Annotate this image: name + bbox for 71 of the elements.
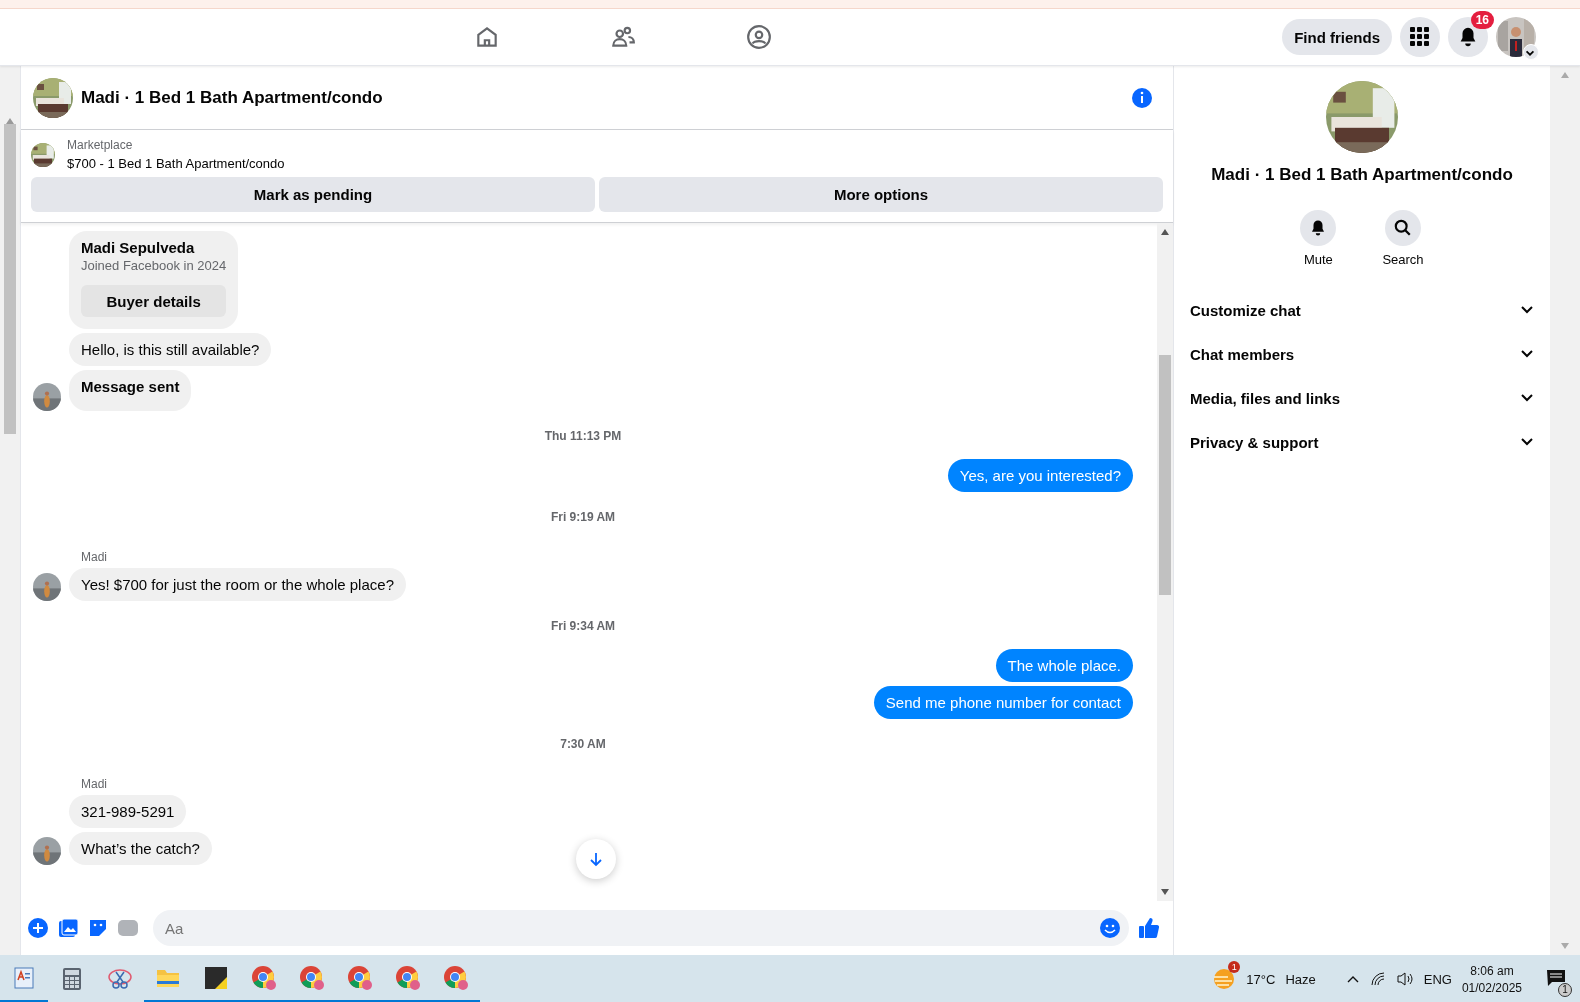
section-header[interactable]: Chat members xyxy=(1182,332,1542,376)
chrome-icon xyxy=(299,964,325,991)
incoming-message: 321-989-5291 xyxy=(69,795,187,828)
joined-text: Joined Facebook in 2024 xyxy=(81,258,227,273)
section-header[interactable]: Customize chat xyxy=(1182,288,1542,332)
clock-date[interactable]: 01/02/2025 xyxy=(1461,980,1522,995)
scroll-arrow-icon[interactable] xyxy=(1161,229,1169,235)
search-icon xyxy=(1394,219,1412,237)
outgoing-message: Send me phone number for contact xyxy=(873,686,1133,719)
buyer-name: Madi Sepulveda xyxy=(81,239,196,256)
find-friends-button[interactable]: Find friends xyxy=(1282,19,1392,55)
timestamp: 7:30 AM xyxy=(560,737,606,751)
notification-count: 1 xyxy=(1558,982,1572,997)
incoming-message: Hello, is this still available? xyxy=(69,333,272,366)
plus-icon[interactable] xyxy=(27,917,49,939)
emoji-icon[interactable] xyxy=(1099,917,1121,939)
weather-icon[interactable] xyxy=(1212,966,1237,989)
grid-icon xyxy=(1410,27,1430,47)
search-button[interactable]: Search xyxy=(1376,209,1430,268)
wifi-icon[interactable] xyxy=(1369,971,1386,987)
listing-source: Marketplace xyxy=(67,138,134,152)
message-sent-notice: Message sent xyxy=(69,370,192,411)
timestamp: Thu 11:13 PM xyxy=(544,429,622,443)
listing-action-button[interactable]: Mark as pending xyxy=(31,177,595,212)
scrollbar-thumb[interactable] xyxy=(1159,355,1171,595)
scissors-icon xyxy=(107,967,133,991)
friends-icon xyxy=(610,24,636,50)
temperature-text: 17°C xyxy=(1246,971,1276,987)
menu-button[interactable] xyxy=(1400,17,1440,57)
thumbs-up-icon[interactable] xyxy=(1137,916,1161,940)
weather-badge: 1 xyxy=(1228,960,1241,973)
arrow-down-icon xyxy=(588,851,604,867)
message-field[interactable]: Aa xyxy=(153,910,1129,946)
clock-time[interactable]: 8:06 am xyxy=(1470,963,1514,978)
sticky-note-icon xyxy=(205,966,227,989)
document-icon xyxy=(12,965,36,990)
notifications-button[interactable] xyxy=(1448,17,1488,57)
section-header[interactable]: Media, files and links xyxy=(1182,376,1542,420)
conversation-title: Madi · 1 Bed 1 Bath Apartment/condo xyxy=(1211,165,1513,185)
listing-action-button[interactable]: More options xyxy=(599,177,1163,212)
outgoing-message: The whole place. xyxy=(995,649,1133,682)
scrollbar-thumb[interactable] xyxy=(4,124,16,434)
timestamp: Fri 9:34 AM xyxy=(550,619,616,633)
language-indicator[interactable]: ENG xyxy=(1423,971,1452,987)
calculator-icon xyxy=(61,967,83,991)
scroll-down-button[interactable] xyxy=(576,839,616,879)
home-icon xyxy=(474,24,500,50)
mute-button[interactable]: Mute xyxy=(1294,209,1343,268)
photo-icon[interactable] xyxy=(57,917,79,939)
outgoing-message: Yes, are you interested? xyxy=(947,459,1133,492)
account-menu-button[interactable] xyxy=(1523,44,1539,60)
chrome-icon xyxy=(395,964,421,991)
sender-name: Madi xyxy=(81,777,108,791)
groups-icon xyxy=(746,24,772,50)
chat-title: Madi · 1 Bed 1 Bath Apartment/condo xyxy=(81,87,383,108)
speaker-icon[interactable] xyxy=(1395,971,1414,987)
listing-title[interactable]: $700 - 1 Bed 1 Bath Apartment/condo xyxy=(67,156,285,171)
chrome-icon xyxy=(443,964,469,991)
weather-text: Haze xyxy=(1285,971,1316,987)
notification-badge: 16 xyxy=(1470,11,1494,29)
scroll-arrow-icon[interactable] xyxy=(1161,889,1169,895)
buyer-details-button[interactable]: Buyer details xyxy=(81,285,227,317)
chrome-icon xyxy=(251,964,277,991)
section-header[interactable]: Privacy & support xyxy=(1182,420,1542,464)
sticker-icon[interactable] xyxy=(87,917,109,939)
timestamp: Fri 9:19 AM xyxy=(550,510,616,524)
chrome-icon xyxy=(347,964,373,991)
incoming-message: What’s the catch? xyxy=(69,832,212,865)
info-icon[interactable] xyxy=(1131,86,1153,109)
incoming-message: Yes! $700 for just the room or the whole place? xyxy=(69,568,406,601)
sender-name: Madi xyxy=(81,550,108,564)
